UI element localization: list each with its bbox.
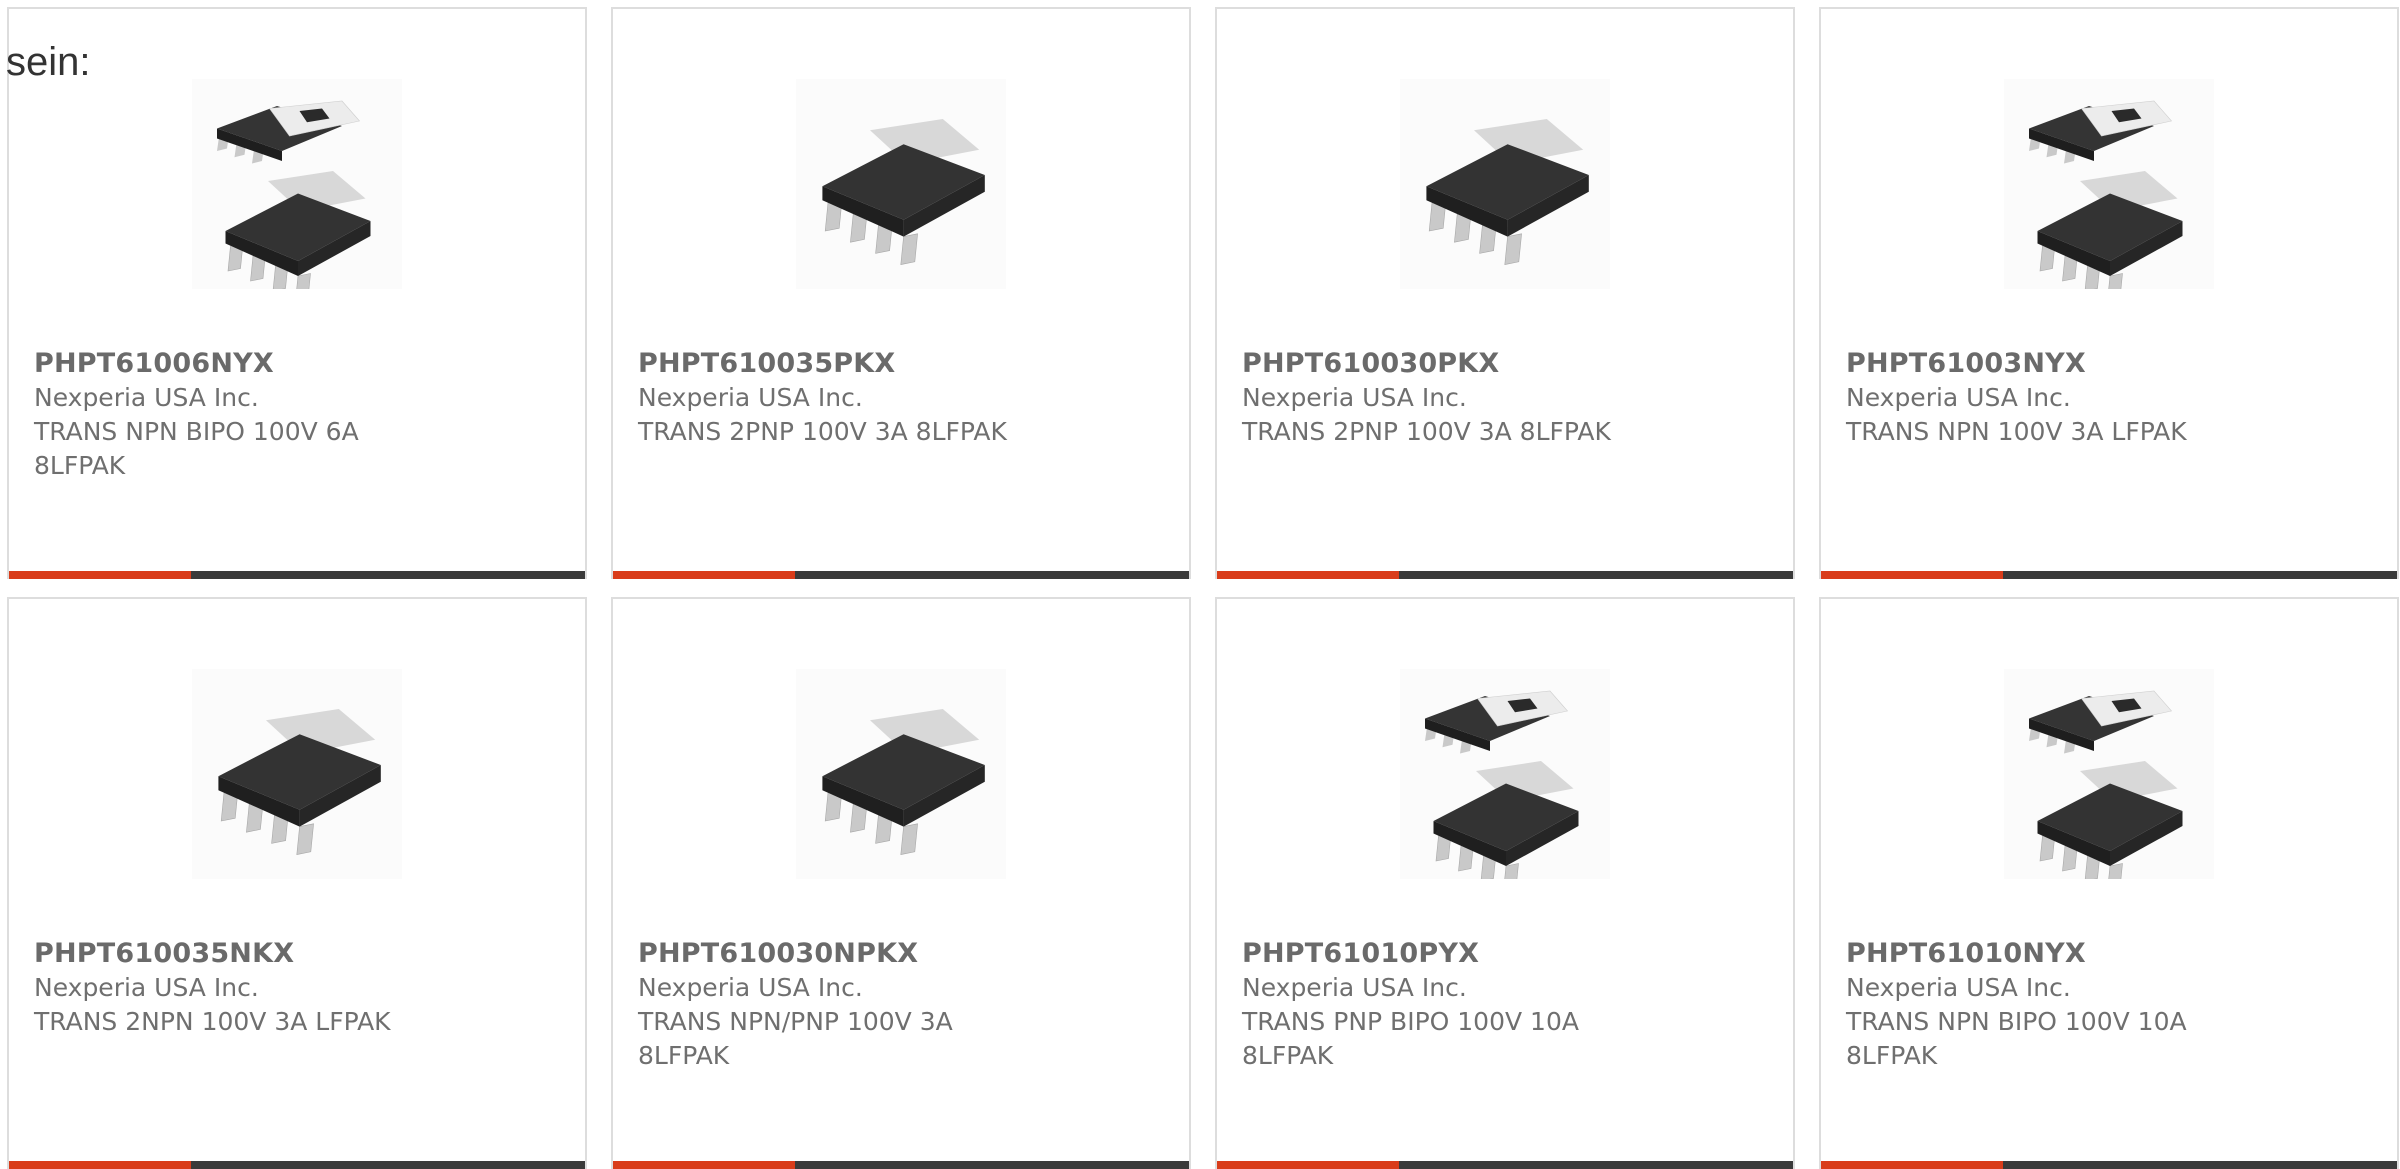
product-image[interactable]: [192, 669, 402, 879]
manufacturer: Nexperia USA Inc.: [34, 973, 259, 1002]
product-image[interactable]: [1400, 79, 1610, 289]
card-accent-bar: [1217, 1161, 1399, 1169]
product-info: PHPT61010NYX Nexperia USA Inc. TRANS NPN…: [1846, 937, 2226, 1073]
intro-text: sein:: [6, 40, 91, 84]
product-info: PHPT610030PKX Nexperia USA Inc. TRANS 2P…: [1242, 347, 1622, 449]
card-accent-bar: [1217, 571, 1399, 579]
product-info: PHPT610035NKX Nexperia USA Inc. TRANS 2N…: [34, 937, 414, 1039]
card-accent-bar: [9, 1161, 191, 1169]
manufacturer: Nexperia USA Inc.: [1242, 383, 1467, 412]
card-bottom-bar: [613, 571, 1189, 579]
description: TRANS PNP BIPO 100V 10A 8LFPAK: [1242, 1007, 1579, 1070]
card-accent-bar: [1821, 1161, 2003, 1169]
description: TRANS 2PNP 100V 3A 8LFPAK: [1242, 417, 1611, 446]
description: TRANS 2NPN 100V 3A LFPAK: [34, 1007, 391, 1036]
manufacturer: Nexperia USA Inc.: [638, 973, 863, 1002]
part-number[interactable]: PHPT61006NYX: [34, 347, 414, 381]
card-bottom-bar: [613, 1161, 1189, 1169]
part-number[interactable]: PHPT610035NKX: [34, 937, 414, 971]
description: TRANS NPN 100V 3A LFPAK: [1846, 417, 2187, 446]
card-accent-bar: [1821, 571, 2003, 579]
product-card[interactable]: PHPT61003NYX Nexperia USA Inc. TRANS NPN…: [1819, 7, 2399, 579]
description: TRANS NPN BIPO 100V 10A 8LFPAK: [1846, 1007, 2187, 1070]
part-number[interactable]: PHPT610030PKX: [1242, 347, 1622, 381]
product-card[interactable]: PHPT61006NYX Nexperia USA Inc. TRANS NPN…: [7, 7, 587, 579]
part-number[interactable]: PHPT610035PKX: [638, 347, 1018, 381]
product-card[interactable]: PHPT610030PKX Nexperia USA Inc. TRANS 2P…: [1215, 7, 1795, 579]
product-image[interactable]: [2004, 79, 2214, 289]
product-image[interactable]: [1400, 669, 1610, 879]
product-info: PHPT610030NPKX Nexperia USA Inc. TRANS N…: [638, 937, 1018, 1073]
product-card[interactable]: PHPT610035NKX Nexperia USA Inc. TRANS 2N…: [7, 597, 587, 1169]
product-grid: PHPT61006NYX Nexperia USA Inc. TRANS NPN…: [7, 7, 2399, 1169]
product-image[interactable]: [192, 79, 402, 289]
product-image[interactable]: [796, 79, 1006, 289]
part-number[interactable]: PHPT61010NYX: [1846, 937, 2226, 971]
card-bottom-bar: [1217, 571, 1793, 579]
card-accent-bar: [613, 571, 795, 579]
description: TRANS NPN/PNP 100V 3A 8LFPAK: [638, 1007, 953, 1070]
product-info: PHPT61006NYX Nexperia USA Inc. TRANS NPN…: [34, 347, 414, 483]
product-info: PHPT610035PKX Nexperia USA Inc. TRANS 2P…: [638, 347, 1018, 449]
product-info: PHPT61003NYX Nexperia USA Inc. TRANS NPN…: [1846, 347, 2226, 449]
card-accent-bar: [613, 1161, 795, 1169]
card-bottom-bar: [1821, 571, 2397, 579]
part-number[interactable]: PHPT61010PYX: [1242, 937, 1622, 971]
part-number[interactable]: PHPT61003NYX: [1846, 347, 2226, 381]
part-number[interactable]: PHPT610030NPKX: [638, 937, 1018, 971]
description: TRANS NPN BIPO 100V 6A 8LFPAK: [34, 417, 359, 480]
product-image[interactable]: [2004, 669, 2214, 879]
card-accent-bar: [9, 571, 191, 579]
card-bottom-bar: [1217, 1161, 1793, 1169]
card-bottom-bar: [9, 571, 585, 579]
card-bottom-bar: [1821, 1161, 2397, 1169]
manufacturer: Nexperia USA Inc.: [1242, 973, 1467, 1002]
manufacturer: Nexperia USA Inc.: [638, 383, 863, 412]
product-card[interactable]: PHPT61010NYX Nexperia USA Inc. TRANS NPN…: [1819, 597, 2399, 1169]
manufacturer: Nexperia USA Inc.: [1846, 383, 2071, 412]
product-card[interactable]: PHPT61010PYX Nexperia USA Inc. TRANS PNP…: [1215, 597, 1795, 1169]
description: TRANS 2PNP 100V 3A 8LFPAK: [638, 417, 1007, 446]
product-info: PHPT61010PYX Nexperia USA Inc. TRANS PNP…: [1242, 937, 1622, 1073]
card-bottom-bar: [9, 1161, 585, 1169]
product-card[interactable]: PHPT610030NPKX Nexperia USA Inc. TRANS N…: [611, 597, 1191, 1169]
manufacturer: Nexperia USA Inc.: [1846, 973, 2071, 1002]
manufacturer: Nexperia USA Inc.: [34, 383, 259, 412]
product-card[interactable]: PHPT610035PKX Nexperia USA Inc. TRANS 2P…: [611, 7, 1191, 579]
product-image[interactable]: [796, 669, 1006, 879]
